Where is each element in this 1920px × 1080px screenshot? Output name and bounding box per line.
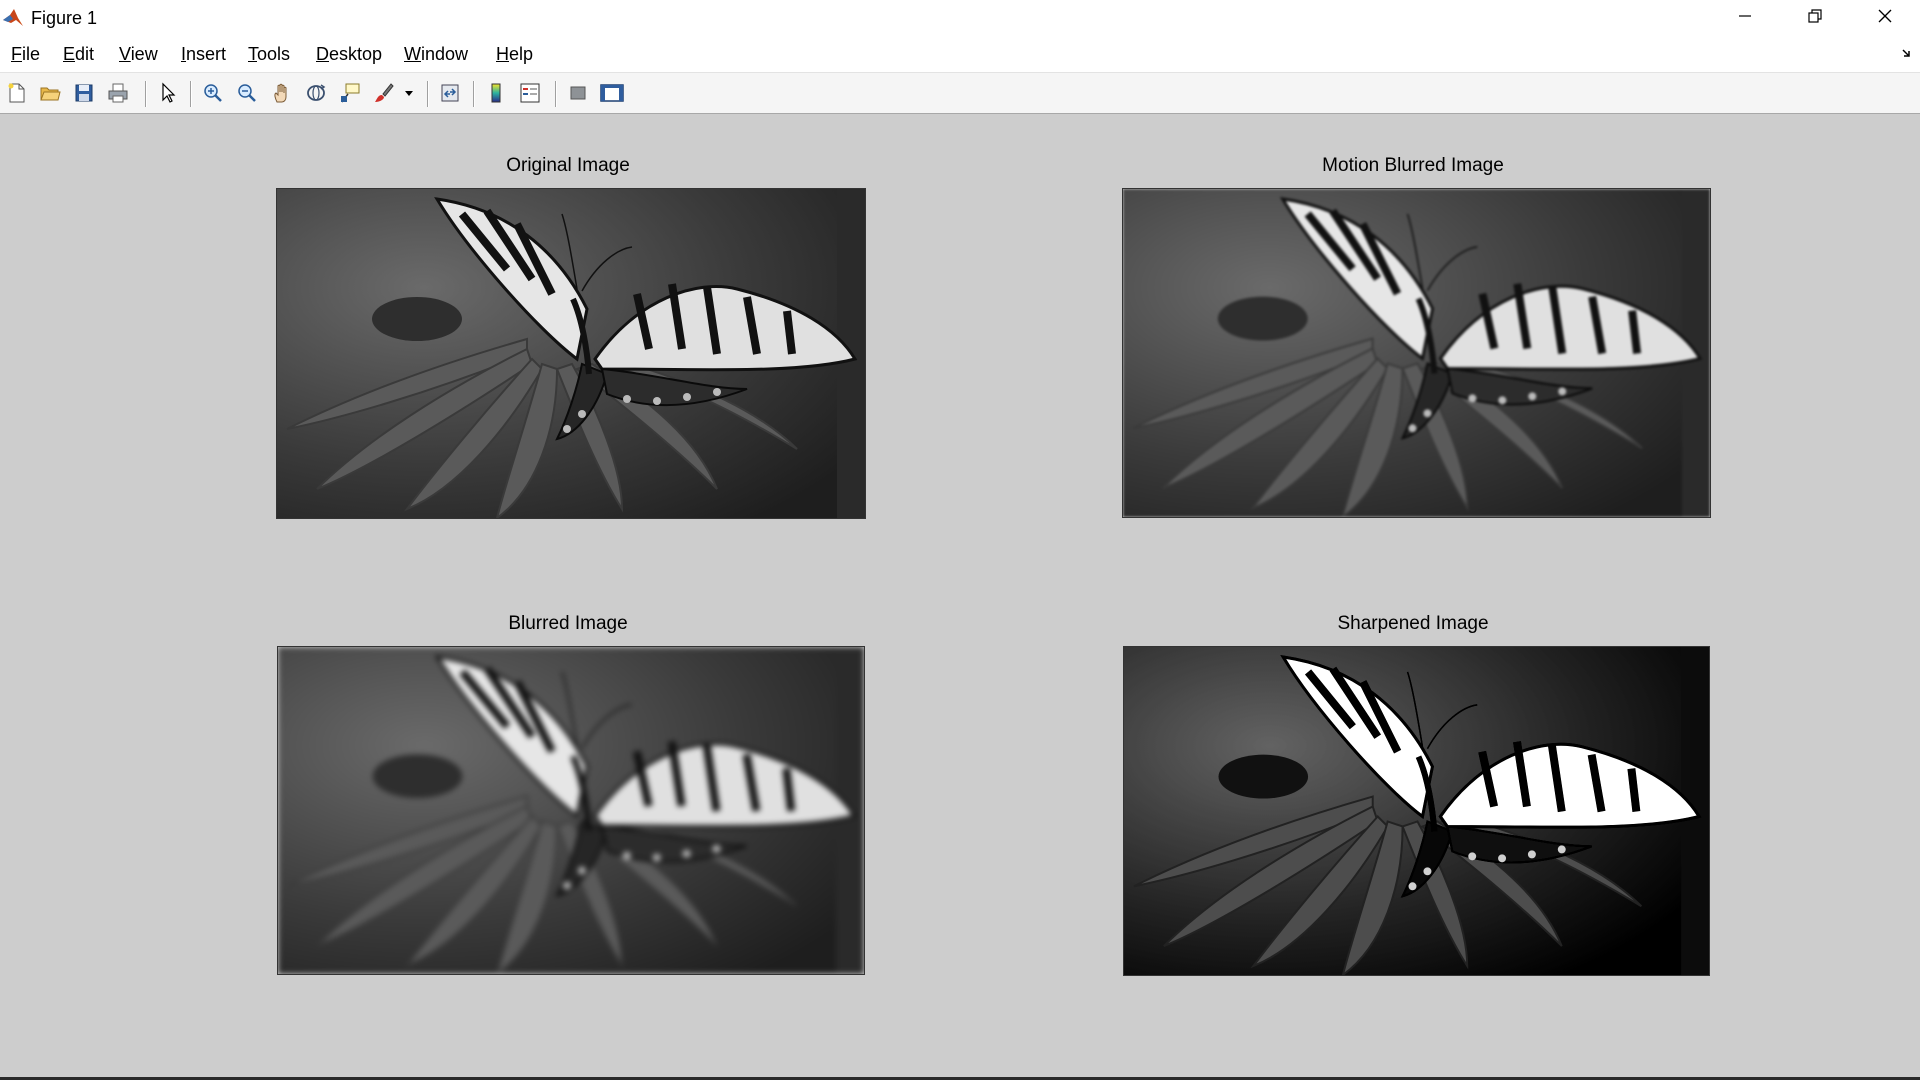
menu-insert[interactable]: Insert (181, 44, 226, 65)
image-sharpened[interactable] (1123, 646, 1710, 976)
colorbar-icon (485, 82, 507, 104)
zoom-in-button[interactable] (199, 79, 227, 107)
zoom-out-button[interactable] (233, 79, 261, 107)
image-blurred[interactable] (277, 646, 865, 975)
link-plot-button[interactable] (436, 79, 464, 107)
legend-icon (519, 82, 541, 104)
axes-title-blurred: Blurred Image (508, 613, 628, 634)
butterfly-image (277, 189, 865, 518)
matlab-logo-icon (2, 6, 24, 28)
image-original[interactable] (276, 188, 866, 519)
brush-icon (373, 82, 395, 104)
menu-desktop[interactable]: Desktop (316, 44, 382, 65)
print-button[interactable] (104, 79, 132, 107)
legend-button[interactable] (516, 79, 544, 107)
toolbar-separator (427, 81, 429, 107)
pan-button[interactable] (268, 79, 296, 107)
menu-window[interactable]: Window (404, 44, 468, 65)
restore-icon (1807, 8, 1823, 29)
brush-button[interactable] (370, 79, 398, 107)
axes-title-motion: Motion Blurred Image (1322, 155, 1504, 176)
menu-help[interactable]: Help (496, 44, 533, 65)
new-figure-button[interactable] (3, 79, 31, 107)
rotate-3d-icon (305, 82, 327, 104)
toolbar-separator (145, 81, 147, 107)
title-bar: Figure 1 (0, 0, 1920, 36)
show-plot-tools-icon (600, 82, 624, 104)
open-file-button[interactable] (36, 79, 64, 107)
edit-plot-button[interactable] (154, 79, 182, 107)
menu-tools[interactable]: Tools (248, 44, 290, 65)
dock-arrow-icon[interactable] (1900, 46, 1912, 64)
axes-title-original: Original Image (506, 155, 630, 176)
menu-view[interactable]: View (119, 44, 158, 65)
save-icon (73, 82, 95, 104)
butterfly-image (278, 647, 864, 974)
rotate-3d-button[interactable] (302, 79, 330, 107)
new-figure-icon (6, 82, 28, 104)
hide-plot-tools-button[interactable] (564, 79, 592, 107)
restore-button[interactable] (1780, 0, 1850, 36)
dropdown-arrow-icon (404, 88, 414, 98)
zoom-out-icon (236, 82, 258, 104)
toolbar-separator (473, 81, 475, 107)
minimize-icon (1737, 8, 1753, 29)
menu-edit[interactable]: Edit (63, 44, 94, 65)
figure-toolbar (0, 73, 1920, 114)
axes-title-sharpened: Sharpened Image (1337, 613, 1489, 634)
brush-dropdown-button[interactable] (400, 79, 418, 107)
zoom-in-icon (202, 82, 224, 104)
open-file-icon (39, 82, 61, 104)
toolbar-separator (555, 81, 557, 107)
toolbar-separator (190, 81, 192, 107)
window-title: Figure 1 (31, 8, 98, 28)
close-button[interactable] (1850, 0, 1920, 36)
data-cursor-button[interactable] (336, 79, 364, 107)
show-plot-tools-button[interactable] (598, 79, 626, 107)
pan-icon (271, 82, 293, 104)
image-motion-blurred[interactable] (1122, 188, 1711, 518)
data-cursor-icon (339, 82, 361, 104)
hide-plot-tools-icon (567, 82, 589, 104)
print-icon (107, 82, 129, 104)
minimize-button[interactable] (1710, 0, 1780, 36)
save-button[interactable] (70, 79, 98, 107)
edit-plot-icon (157, 82, 179, 104)
menu-bar: File Edit View Insert Tools Desktop Wind… (0, 36, 1920, 73)
menu-file[interactable]: File (11, 44, 40, 65)
colorbar-button[interactable] (482, 79, 510, 107)
butterfly-image (1124, 647, 1709, 975)
butterfly-image (1123, 189, 1710, 517)
close-icon (1877, 8, 1893, 29)
link-plot-icon (439, 82, 461, 104)
